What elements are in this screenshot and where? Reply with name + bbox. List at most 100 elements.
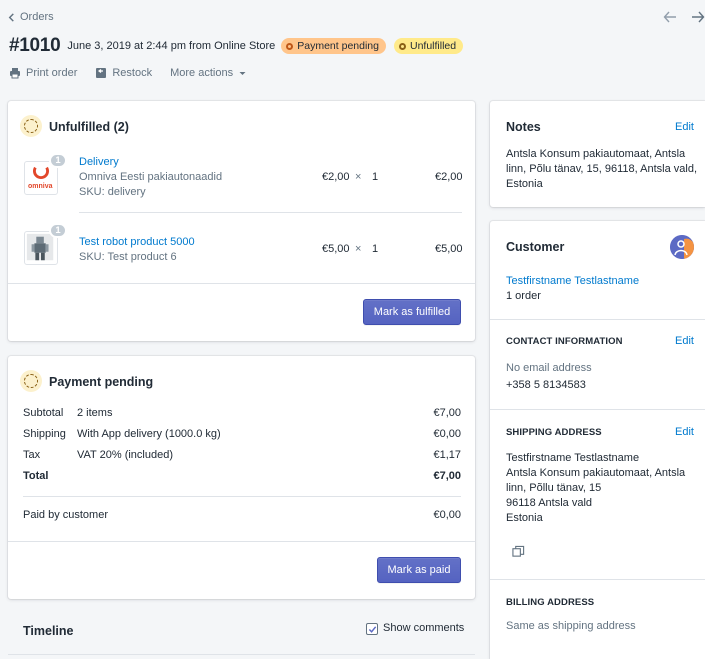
item-sku: SKU: Test product 6 <box>79 251 177 263</box>
quantity-badge: 1 <box>49 223 67 238</box>
billing-address-label: BILLING ADDRESS <box>506 597 595 608</box>
checkmark-icon <box>368 626 377 633</box>
item-name-link[interactable]: Test robot product 5000 <box>79 236 195 248</box>
avatar <box>670 235 694 259</box>
item-name-link[interactable]: Delivery <box>79 156 119 168</box>
payment-divider <box>23 496 461 497</box>
fulfillment-status-badge: Unfulfilled <box>393 38 464 54</box>
restock-icon <box>96 68 107 78</box>
customer-name-link[interactable]: Testfirstname Testlastname <box>506 275 639 287</box>
tax-label: Tax <box>23 449 41 461</box>
avatar-user-icon <box>670 235 694 259</box>
card-divider <box>490 319 705 320</box>
unfulfilled-title: Unfulfilled (2) <box>49 120 129 134</box>
shipping-address-line: Estonia <box>506 512 543 524</box>
restock-button[interactable]: Restock <box>95 67 152 79</box>
notes-card: Notes Edit Antsla Konsum pakiautomaat, A… <box>490 101 705 207</box>
omniva-logo-text: omniva <box>28 183 53 190</box>
item-times: × <box>355 243 362 255</box>
more-actions-button[interactable]: More actions <box>170 67 247 79</box>
paid-by-customer-label: Paid by customer <box>23 509 108 521</box>
subtotal-label: Subtotal <box>23 407 64 419</box>
restock-label: Restock <box>112 67 153 79</box>
status-dot-icon <box>286 42 294 50</box>
subtotal-amount: €7,00 <box>433 407 461 419</box>
card-divider <box>8 283 475 284</box>
card-divider <box>490 409 705 410</box>
item-sku: SKU: delivery <box>79 186 146 198</box>
show-comments-checkbox[interactable] <box>366 623 378 635</box>
order-actions: Print order Restock More actions <box>9 67 247 79</box>
printer-icon <box>10 68 20 79</box>
shipping-address-line: linn, Põllu tänav, 15 <box>506 482 602 494</box>
item-count: 1 <box>372 243 379 255</box>
payment-status-icon <box>20 370 42 392</box>
shipping-label: Shipping <box>23 428 66 440</box>
customer-card: Customer Testfirstname Testlastname 1 or… <box>490 221 705 659</box>
payment-title: Payment pending <box>49 375 154 389</box>
fulfillment-status-label: Unfulfilled <box>409 40 457 52</box>
timeline-divider <box>8 654 475 655</box>
paid-by-customer-amount: €0,00 <box>433 509 461 521</box>
previous-order-button[interactable] <box>663 10 677 24</box>
unfulfilled-card: Unfulfilled (2) omniva 1 Delivery Omniva… <box>8 101 475 341</box>
item-divider <box>79 212 462 213</box>
back-label: Orders <box>20 11 54 23</box>
item-variant: Omniva Eesti pakiautonaadid <box>79 171 223 183</box>
order-meta: June 3, 2019 at 2:44 pm from Online Stor… <box>67 40 276 52</box>
contact-information-label: CONTACT INFORMATION <box>506 336 623 347</box>
order-header: #1010 June 3, 2019 at 2:44 pm from Onlin… <box>9 35 464 57</box>
arrow-left-icon <box>663 11 676 23</box>
order-pager <box>663 10 705 24</box>
payment-status-badge: Payment pending <box>281 38 386 54</box>
billing-address-value: Same as shipping address <box>506 620 636 632</box>
notes-edit-link[interactable]: Edit <box>675 121 694 133</box>
customer-email: No email address <box>506 362 592 374</box>
item-price: €5,00 <box>322 243 350 255</box>
shipping-detail: With App delivery (1000.0 kg) <box>77 428 221 440</box>
status-dot-icon <box>398 42 406 50</box>
next-order-button[interactable] <box>691 10 705 24</box>
chevron-left-icon <box>8 12 14 22</box>
contact-edit-link[interactable]: Edit <box>675 335 694 347</box>
item-count: 1 <box>372 171 379 183</box>
unfulfilled-status-icon <box>20 115 42 137</box>
customer-order-count: 1 order <box>506 290 541 302</box>
customer-phone: +358 5 8134583 <box>506 379 586 391</box>
shipping-edit-link[interactable]: Edit <box>675 426 694 438</box>
payment-status-label: Payment pending <box>297 40 379 52</box>
total-amount: €7,00 <box>433 470 461 482</box>
item-total: €2,00 <box>435 171 463 183</box>
shipping-address-label: SHIPPING ADDRESS <box>506 427 602 438</box>
copy-address-button[interactable] <box>512 545 526 559</box>
order-number: #1010 <box>9 35 61 56</box>
card-divider <box>8 541 475 542</box>
notes-line: Estonia <box>506 178 543 190</box>
print-order-label: Print order <box>26 67 78 79</box>
total-label: Total <box>23 470 49 482</box>
notes-title: Notes <box>506 120 541 134</box>
quantity-badge: 1 <box>49 153 67 168</box>
product-thumbnail-robot: 1 <box>24 223 67 265</box>
payment-card: Payment pending Subtotal 2 items €7,00 S… <box>8 356 475 599</box>
tax-detail: VAT 20% (included) <box>77 449 173 461</box>
shipping-amount: €0,00 <box>433 428 461 440</box>
mark-as-paid-button[interactable]: Mark as paid <box>377 557 461 583</box>
more-actions-label: More actions <box>170 67 234 79</box>
timeline-title: Timeline <box>23 624 74 638</box>
mark-as-fulfilled-button[interactable]: Mark as fulfilled <box>363 299 461 325</box>
notes-line: Antsla Konsum pakiautomaat, Antsla <box>506 148 686 160</box>
shipping-address-line: Antsla Konsum pakiautomaat, Antsla <box>506 467 686 479</box>
card-divider <box>490 579 705 580</box>
product-thumbnail-delivery: omniva 1 <box>24 153 67 195</box>
copy-icon <box>512 545 525 557</box>
print-order-button[interactable]: Print order <box>9 67 77 79</box>
subtotal-detail: 2 items <box>77 407 113 419</box>
show-comments-label[interactable]: Show comments <box>383 622 464 634</box>
caret-down-icon <box>239 71 246 75</box>
shipping-address-line: Testfirstname Testlastname <box>506 452 640 464</box>
customer-title: Customer <box>506 240 565 254</box>
shipping-address-line: 96118 Antsla vald <box>506 497 593 509</box>
tax-amount: €1,17 <box>433 449 461 461</box>
back-to-orders-link[interactable]: Orders <box>7 11 54 23</box>
